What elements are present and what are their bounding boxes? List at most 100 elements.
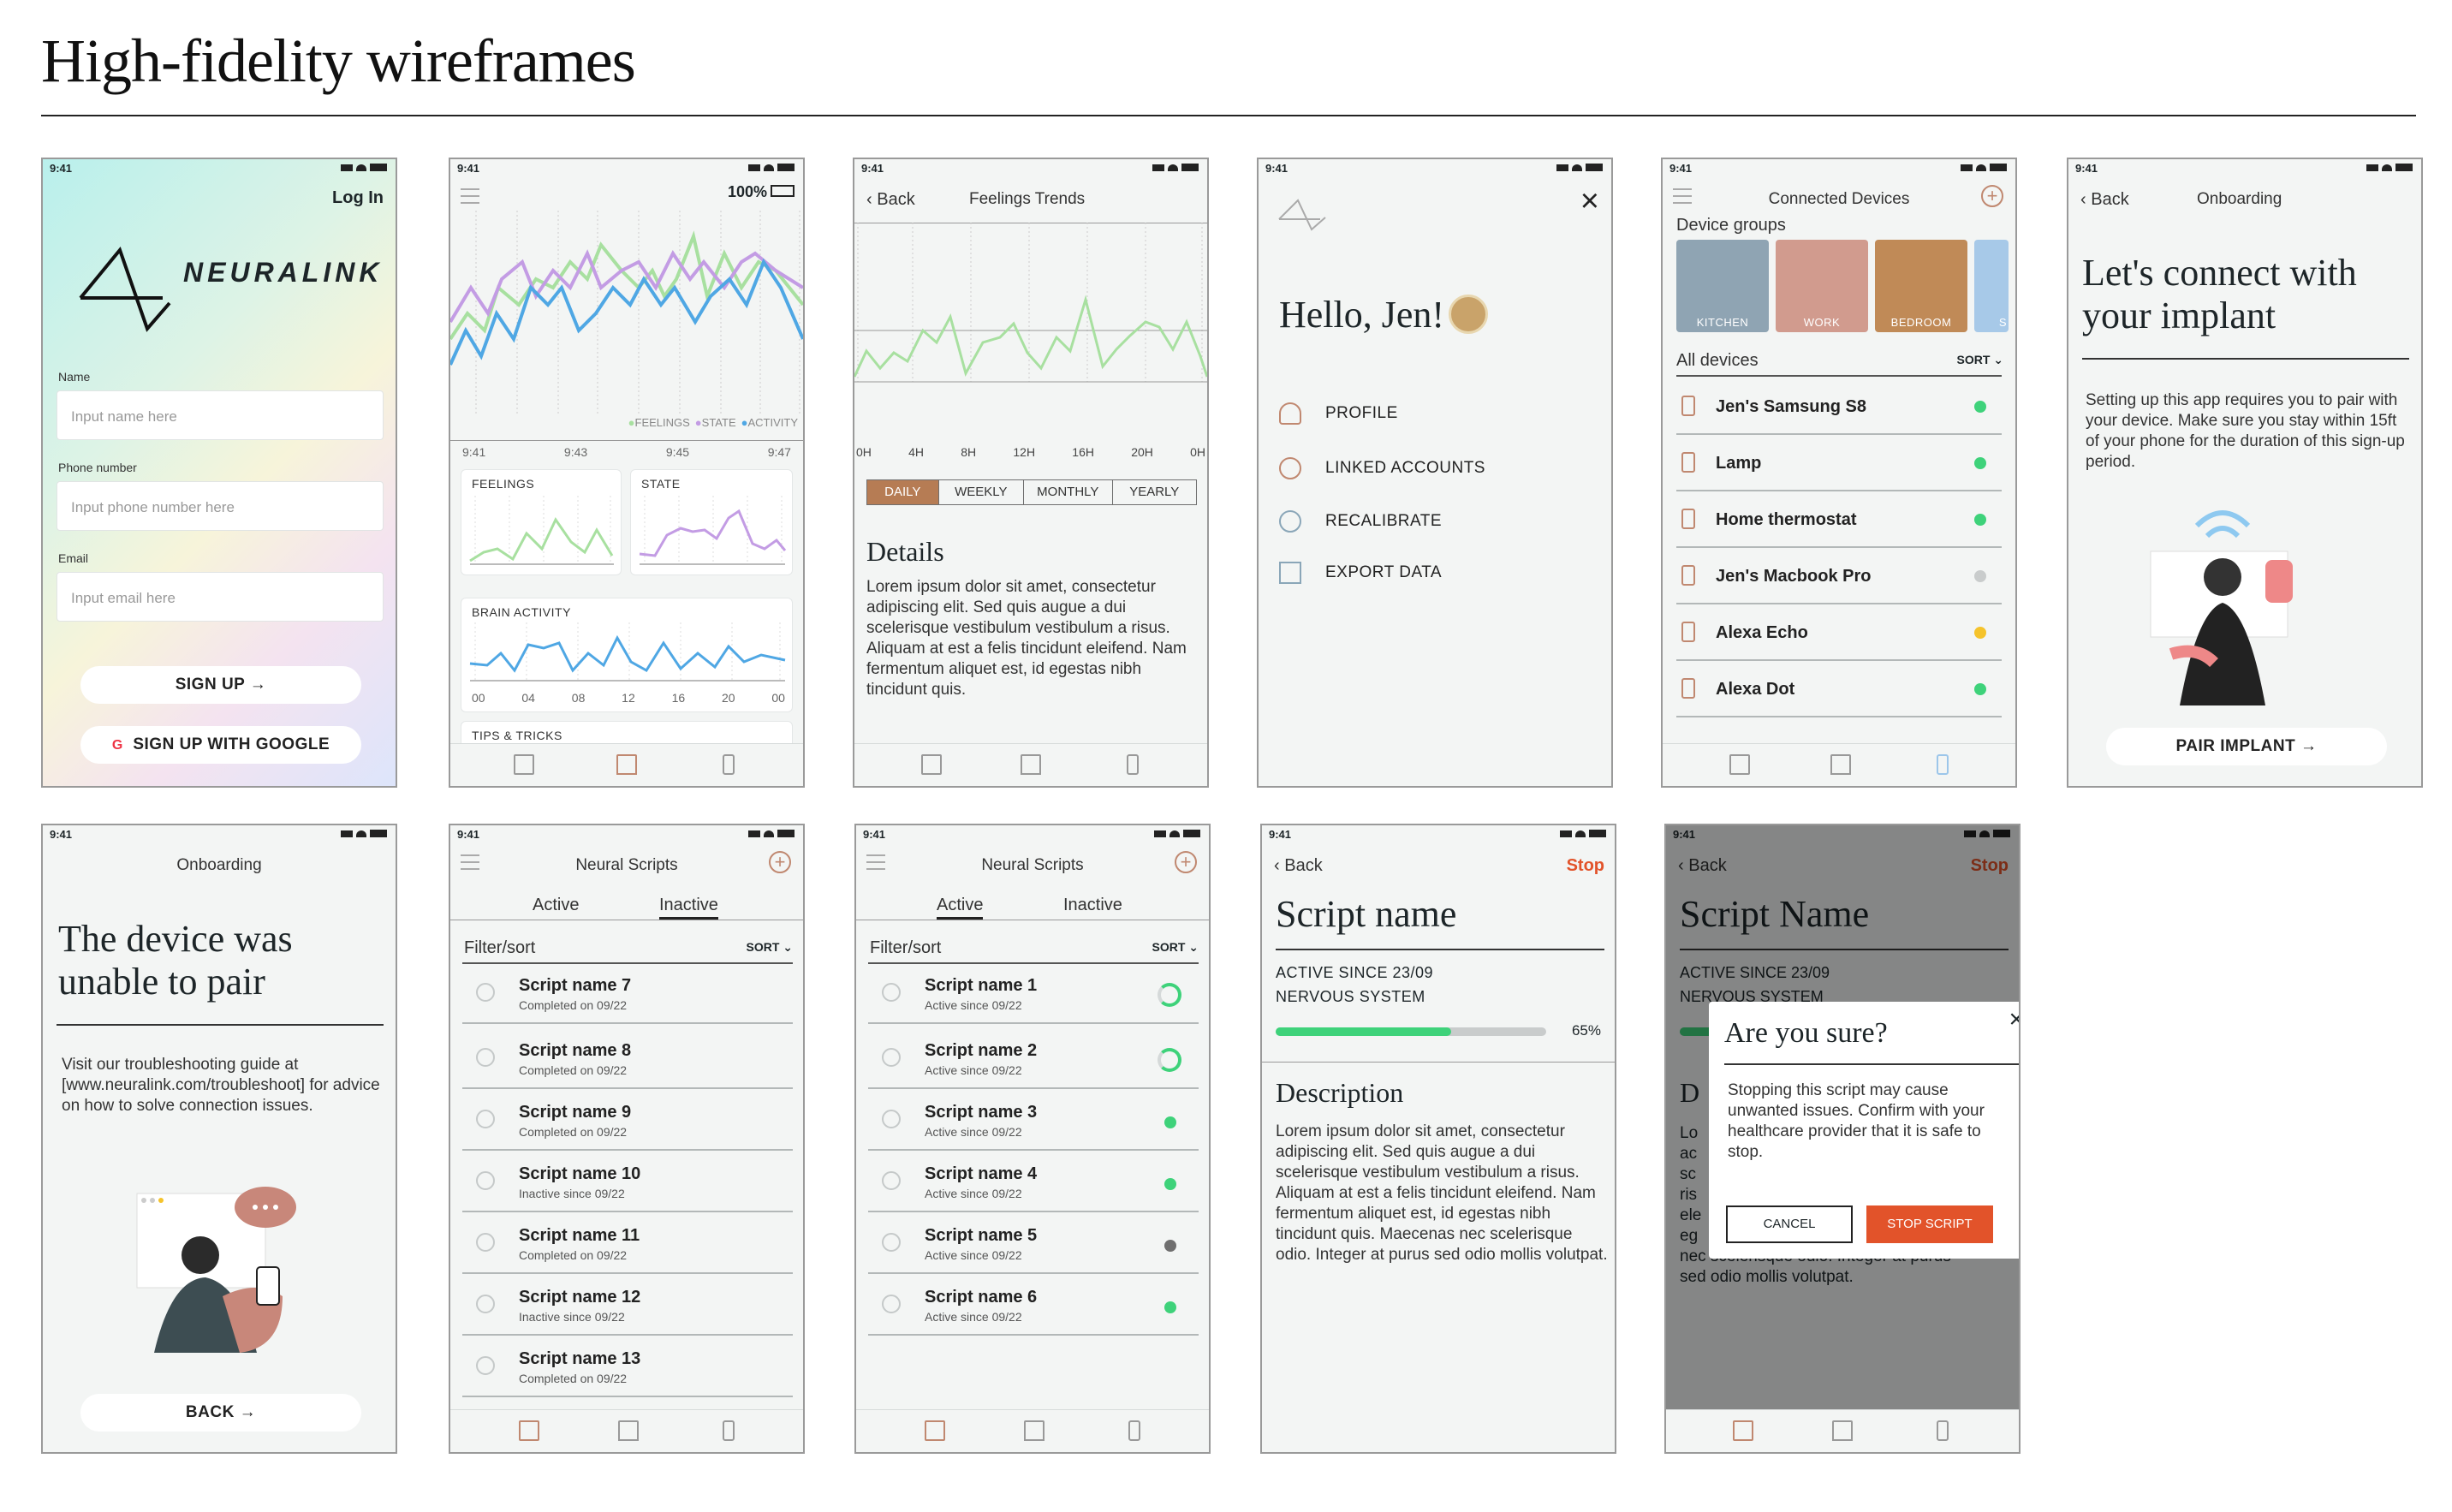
- home-tab-icon[interactable]: [1021, 754, 1041, 775]
- home-tab-icon[interactable]: [618, 1420, 639, 1441]
- group-label: S: [1998, 316, 2007, 329]
- script-status: Completed on 09/22: [519, 1125, 628, 1139]
- cancel-button[interactable]: CANCEL: [1726, 1205, 1853, 1243]
- menu-export-data[interactable]: EXPORT DATA: [1325, 563, 1442, 582]
- script-name[interactable]: Script name 3: [925, 1103, 1037, 1122]
- home-tab-icon[interactable]: [1024, 1420, 1044, 1441]
- tab-bar: [450, 743, 803, 786]
- status-bar: 9:41: [43, 159, 396, 178]
- sort-button[interactable]: SORT ⌄: [746, 940, 793, 955]
- add-device-icon[interactable]: +: [1981, 185, 2003, 207]
- sort-button[interactable]: SORT ⌄: [1152, 940, 1199, 955]
- status-bar: 9:41: [450, 825, 803, 844]
- script-name[interactable]: Script name 10: [519, 1164, 640, 1184]
- back-button[interactable]: BACK →: [80, 1394, 361, 1432]
- menu-recalibrate[interactable]: RECALIBRATE: [1325, 512, 1442, 531]
- screen-title: Neural Scripts: [981, 856, 1084, 874]
- script-status: Completed on 09/22: [519, 1372, 628, 1385]
- state-line: [450, 249, 803, 324]
- script-status: Completed on 09/22: [519, 1248, 628, 1262]
- device-name[interactable]: Lamp: [1716, 454, 1761, 473]
- home-tab-icon[interactable]: [616, 754, 637, 775]
- login-link[interactable]: Log In: [332, 188, 384, 208]
- tab-yearly[interactable]: YEARLY: [1113, 480, 1196, 504]
- group-more[interactable]: S: [1974, 240, 2009, 332]
- script-name[interactable]: Script name 4: [925, 1164, 1037, 1184]
- signup-button[interactable]: SIGN UP →: [80, 666, 361, 704]
- scripts-tab-icon[interactable]: [925, 1420, 945, 1441]
- back-label: Back: [877, 190, 915, 209]
- neuralink-logo-icon: [1278, 199, 1326, 231]
- tab-monthly[interactable]: MONTHLY: [1024, 480, 1113, 504]
- script-name[interactable]: Script name 6: [925, 1288, 1037, 1307]
- device-tab-icon[interactable]: [723, 754, 735, 775]
- script-status: Inactive since 09/22: [519, 1310, 625, 1324]
- device-tab-icon[interactable]: [1128, 1420, 1140, 1441]
- close-icon[interactable]: ×: [2009, 1005, 2019, 1034]
- tab-active[interactable]: Active: [533, 896, 579, 915]
- screen-dashboard: 9:41 100% ●FEELINGS ●STATE ●ACTIVITY 9:4…: [449, 158, 805, 788]
- scripts-tab-icon[interactable]: [921, 754, 942, 775]
- tab-active[interactable]: Active: [937, 896, 984, 920]
- back-button[interactable]: ‹ Back: [2080, 190, 2129, 210]
- brain-activity-card[interactable]: BRAIN ACTIVITY 00 04 08 12 16 20 00: [461, 598, 793, 712]
- scripts-tab-icon[interactable]: [514, 754, 534, 775]
- device-name[interactable]: Home thermostat: [1716, 510, 1856, 530]
- device-tab-icon[interactable]: [1937, 754, 1949, 775]
- home-tab-icon[interactable]: [1830, 754, 1851, 775]
- list-divider: [868, 962, 1199, 964]
- device-tab-icon[interactable]: [1127, 754, 1139, 775]
- sort-button[interactable]: SORT ⌄: [1956, 353, 2003, 367]
- back-button[interactable]: ‹ Back: [1274, 856, 1323, 876]
- script-name[interactable]: Script name 7: [519, 976, 631, 996]
- close-icon[interactable]: ×: [1580, 185, 1599, 217]
- signup-google-button[interactable]: G SIGN UP WITH GOOGLE: [80, 726, 361, 764]
- menu-linked-accounts[interactable]: LINKED ACCOUNTS: [1325, 459, 1485, 478]
- state-sparkline: [639, 496, 787, 565]
- script-name[interactable]: Script name 11: [519, 1226, 640, 1246]
- tab-inactive[interactable]: Inactive: [659, 896, 718, 920]
- stop-button[interactable]: Stop: [1567, 856, 1604, 876]
- screen-title: Feelings Trends: [969, 190, 1086, 208]
- script-name[interactable]: Script name 8: [519, 1041, 631, 1061]
- script-name[interactable]: Script name 12: [519, 1288, 640, 1307]
- menu-profile[interactable]: PROFILE: [1325, 404, 1398, 423]
- group-work[interactable]: WORK: [1776, 240, 1868, 332]
- script-name[interactable]: Script name 2: [925, 1041, 1037, 1061]
- name-field[interactable]: Input name here: [57, 390, 384, 440]
- scripts-tab-icon[interactable]: [519, 1420, 539, 1441]
- phone-field[interactable]: Input phone number here: [57, 481, 384, 531]
- device-name[interactable]: Jen's Macbook Pro: [1716, 567, 1871, 586]
- add-script-icon[interactable]: +: [1175, 851, 1197, 873]
- email-field[interactable]: Input email here: [57, 572, 384, 622]
- screen-title: Neural Scripts: [575, 856, 678, 874]
- screen-scripts-inactive: 9:41 Neural Scripts + Active Inactive Fi…: [449, 824, 805, 1454]
- pair-implant-button[interactable]: PAIR IMPLANT →: [2106, 728, 2387, 765]
- chevron-down-icon: ⌄: [783, 940, 793, 954]
- tab-weekly[interactable]: WEEKLY: [939, 480, 1025, 504]
- stop-script-button[interactable]: STOP SCRIPT: [1866, 1205, 1993, 1243]
- tab-daily[interactable]: DAILY: [867, 480, 939, 504]
- tab-inactive[interactable]: Inactive: [1063, 896, 1122, 915]
- device-tab-icon[interactable]: [1937, 1420, 1949, 1441]
- screen-title: Onboarding: [2197, 190, 2282, 208]
- device-name[interactable]: Jen's Samsung S8: [1716, 397, 1866, 417]
- scripts-tab-icon[interactable]: [1729, 754, 1750, 775]
- home-tab-icon[interactable]: [1832, 1420, 1853, 1441]
- group-bedroom[interactable]: BEDROOM: [1875, 240, 1967, 332]
- add-script-icon[interactable]: +: [769, 851, 791, 873]
- device-name[interactable]: Alexa Dot: [1716, 680, 1794, 699]
- script-name[interactable]: Script name 5: [925, 1226, 1037, 1246]
- script-name[interactable]: Script name 13: [519, 1349, 640, 1369]
- device-tab-icon[interactable]: [723, 1420, 735, 1441]
- state-card[interactable]: STATE: [630, 469, 793, 575]
- script-name[interactable]: Script name 9: [519, 1103, 631, 1122]
- script-name[interactable]: Script name 1: [925, 976, 1037, 996]
- device-name[interactable]: Alexa Echo: [1716, 623, 1808, 643]
- scripts-tab-icon[interactable]: [1733, 1420, 1753, 1441]
- feelings-card[interactable]: FEELINGS: [461, 469, 622, 575]
- title-divider: [41, 115, 2416, 116]
- back-button[interactable]: ‹ Back: [866, 190, 915, 210]
- section-divider: [1262, 1062, 1615, 1063]
- group-kitchen[interactable]: KITCHEN: [1676, 240, 1769, 332]
